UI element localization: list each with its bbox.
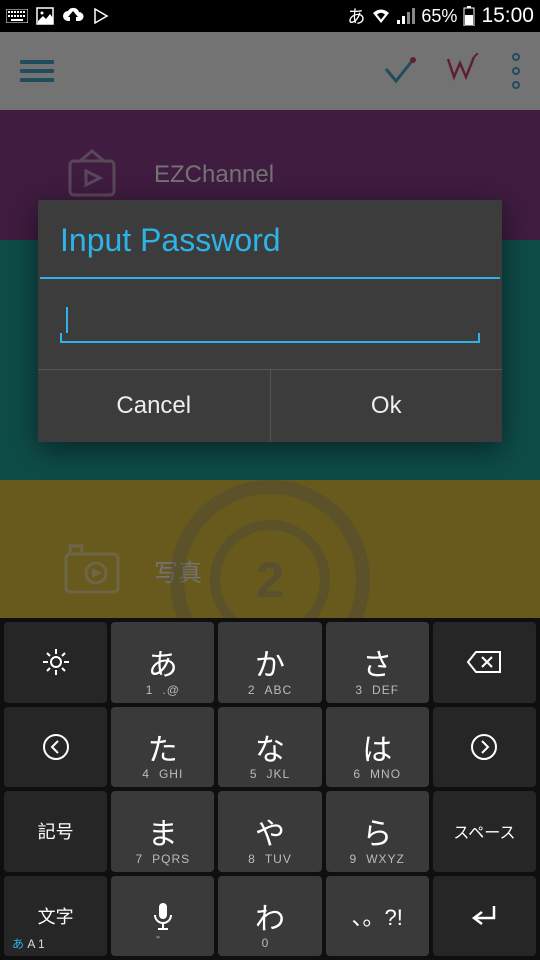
enter-key[interactable] <box>433 876 536 957</box>
ime-indicator: あ <box>347 3 365 29</box>
key-ka[interactable]: か2ABC <box>218 622 321 703</box>
key-wa[interactable]: わ0 <box>218 876 321 957</box>
backspace-icon <box>466 650 502 674</box>
symbols-key[interactable]: 記号 <box>4 791 107 872</box>
key-ya[interactable]: や8TUV <box>218 791 321 872</box>
voice-input-key[interactable]: ゛ <box>111 876 214 957</box>
key-ra[interactable]: ら9WXYZ <box>326 791 429 872</box>
arrow-right-icon <box>470 733 498 761</box>
dialog-title: Input Password <box>38 200 502 277</box>
password-input[interactable] <box>60 303 480 343</box>
play-store-icon <box>92 7 110 25</box>
signal-icon <box>397 8 415 24</box>
key-ha[interactable]: は6MNO <box>326 707 429 788</box>
status-time: 15:00 <box>481 4 534 28</box>
key-a[interactable]: あ1.@ <box>111 622 214 703</box>
text-cursor <box>66 307 68 333</box>
wifi-icon <box>371 8 391 24</box>
cancel-button[interactable]: Cancel <box>38 370 270 442</box>
gear-icon <box>41 647 71 677</box>
cloud-upload-icon <box>62 7 84 25</box>
keyboard-indicator-icon <box>6 9 28 23</box>
status-bar: あ 65% 15:00 <box>0 0 540 32</box>
arrow-left-icon <box>42 733 70 761</box>
key-na[interactable]: な5JKL <box>218 707 321 788</box>
key-sa[interactable]: さ3DEF <box>326 622 429 703</box>
soft-keyboard: あ1.@ か2ABC さ3DEF た4GHI な5JKL は6MNO 記号 ま7… <box>0 618 540 960</box>
left-arrow-key[interactable] <box>4 707 107 788</box>
battery-percent: 65% <box>421 6 457 27</box>
key-ta[interactable]: た4GHI <box>111 707 214 788</box>
image-icon <box>36 7 54 25</box>
ok-button[interactable]: Ok <box>270 370 503 442</box>
punctuation-key[interactable]: 、。?! <box>326 876 429 957</box>
key-ma[interactable]: ま7PQRS <box>111 791 214 872</box>
mic-icon <box>152 901 174 931</box>
backspace-key[interactable] <box>433 622 536 703</box>
settings-key[interactable] <box>4 622 107 703</box>
battery-icon <box>463 6 475 26</box>
password-dialog: Input Password Cancel Ok <box>38 200 502 442</box>
space-key[interactable]: スペース <box>433 791 536 872</box>
right-arrow-key[interactable] <box>433 707 536 788</box>
mode-switch-key[interactable]: 文字 あ A 1 <box>4 876 107 957</box>
enter-icon <box>468 902 500 930</box>
